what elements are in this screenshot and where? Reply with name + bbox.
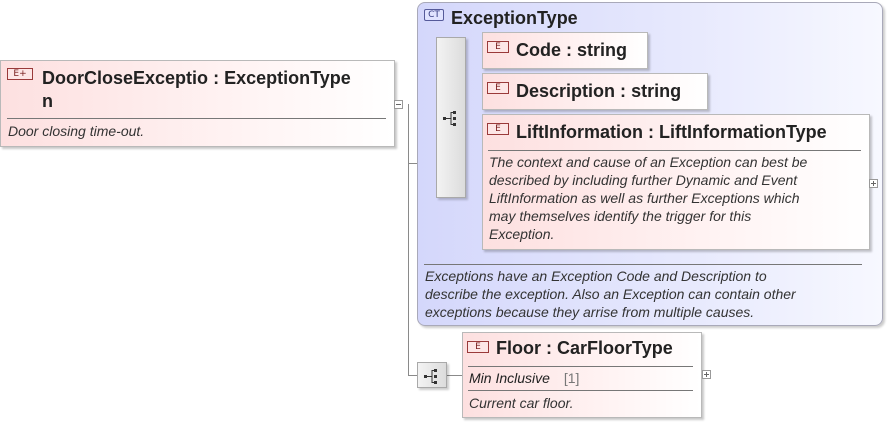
connector-seq-to-floor [446, 375, 462, 376]
floor-element-doc: Current car floor. [469, 395, 574, 411]
divider [468, 366, 693, 367]
expand-icon[interactable] [702, 370, 711, 379]
liftinformation-element-title: LiftInformation : LiftInformationType [516, 122, 827, 142]
element-badge-icon: E [487, 41, 509, 53]
connector-trunk [408, 104, 409, 376]
root-element-name-wrap: n [42, 91, 53, 111]
facet-value: [1] [563, 370, 580, 386]
root-element-title: DoorCloseExceptio : ExceptionType [42, 68, 351, 89]
element-badge-icon: E [467, 341, 489, 353]
divider [7, 118, 386, 119]
floor-facet-row: Min Inclusive [1] [469, 369, 579, 387]
complex-type-title: ExceptionType [451, 8, 578, 28]
collapse-icon[interactable] [394, 100, 403, 109]
code-element-node[interactable]: E Code : string [482, 32, 648, 69]
root-element-node[interactable]: E+ DoorCloseExceptio : ExceptionType n D… [0, 60, 395, 147]
element-badge-icon: E [487, 82, 509, 94]
root-element-doc: Door closing time-out. [8, 123, 145, 139]
expand-icon[interactable] [869, 179, 878, 188]
complex-type-badge-icon: CT [424, 9, 444, 21]
element-badge-icon: E+ [7, 68, 33, 80]
floor-element-node[interactable]: E Floor : CarFloorType Min Inclusive [1]… [462, 332, 702, 418]
liftinformation-doc: The context and cause of an Exception ca… [489, 154, 808, 242]
description-element-title: Description : string [516, 81, 682, 101]
sequence-compositor[interactable] [436, 37, 466, 198]
code-element-title: Code : string [516, 40, 628, 60]
floor-element-title: Floor : CarFloorType [496, 338, 673, 358]
facet-label: Min Inclusive [469, 370, 550, 386]
complex-type-doc: Exceptions have an Exception Code and De… [425, 268, 796, 320]
sequence-compositor[interactable] [417, 362, 447, 388]
root-element-name: DoorCloseExceptio [42, 68, 209, 88]
name-type-separator: : [213, 68, 220, 88]
description-element-node[interactable]: E Description : string [482, 73, 708, 110]
divider [488, 150, 861, 151]
sequence-icon [424, 369, 437, 384]
root-element-type: ExceptionType [224, 68, 351, 88]
divider [424, 264, 862, 265]
element-badge-icon: E [487, 123, 509, 135]
sequence-icon [443, 111, 456, 126]
divider [468, 390, 693, 391]
liftinformation-element-node[interactable]: E LiftInformation : LiftInformationType … [482, 114, 870, 250]
